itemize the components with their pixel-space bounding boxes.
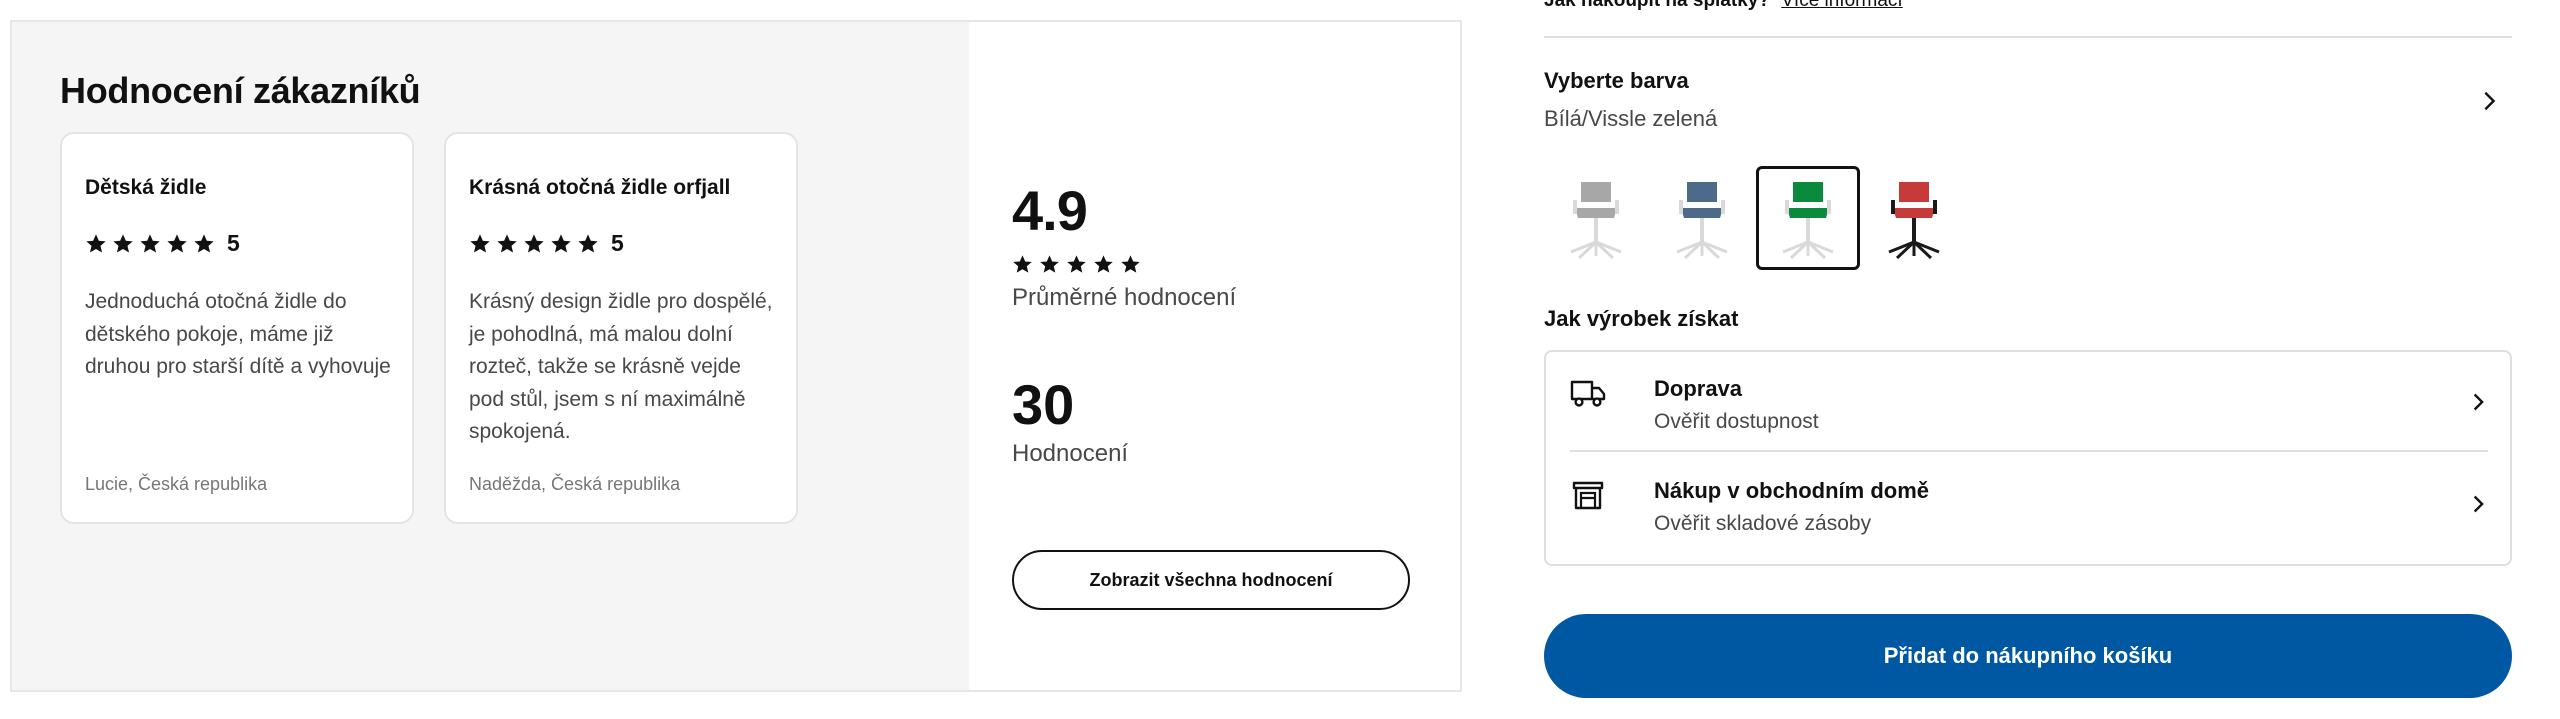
chair-thumbnail-icon	[1676, 182, 1728, 260]
review-score: 5	[227, 230, 240, 256]
chevron-right-icon	[2473, 495, 2484, 513]
star-icon	[86, 233, 106, 253]
review-author: Lucie, Česká republika	[85, 474, 268, 494]
star-icon	[113, 233, 133, 253]
color-swatch-red[interactable]	[1862, 166, 1966, 270]
star-icon	[167, 233, 187, 253]
delivery-subtitle: Ověřit dostupnost	[1654, 410, 1819, 433]
review-card[interactable]: Dětská židle 5 Jednoduchá otočná židle d…	[60, 132, 414, 524]
review-title: Krásná otočná židle orfjall	[469, 176, 731, 199]
store-title: Nákup v obchodním domě	[1654, 478, 1930, 503]
installment-info: Jak nakoupit na splátky? Více informací	[1544, 0, 1903, 12]
star-icon	[578, 233, 598, 253]
star-icon	[1013, 255, 1032, 273]
chair-thumbnail-icon	[1570, 182, 1622, 260]
delivery-option[interactable]: Doprava Ověřit dostupnost	[1570, 352, 2488, 452]
obtain-product-title: Jak výrobek získat	[1544, 306, 1739, 331]
average-rating-value: 4.9	[1012, 179, 1088, 242]
star-icon	[470, 233, 490, 253]
customer-reviews-section: Hodnocení zákazníků Dětská židle 5 Jedno…	[10, 20, 1462, 692]
color-swatch-light-grey[interactable]	[1544, 166, 1648, 270]
chevron-right-icon[interactable]	[2478, 90, 2500, 112]
star-icon	[497, 233, 517, 253]
reviews-cards-area: Hodnocení zákazníků Dětská židle 5 Jedno…	[12, 22, 969, 690]
color-swatch-green[interactable]	[1756, 166, 1860, 270]
star-icon	[1067, 255, 1086, 273]
color-selector-title: Vyberte barva	[1544, 68, 1689, 93]
star-icon	[194, 233, 214, 253]
add-to-cart-button[interactable]: Přidat do nákupního košíku	[1544, 614, 2512, 698]
star-icon	[1094, 255, 1113, 273]
store-icon	[1572, 481, 1604, 510]
review-author: Naděžda, Česká republika	[469, 474, 681, 494]
average-rating-stars	[1012, 254, 1147, 275]
installment-question: Jak nakoupit na splátky?	[1544, 0, 1770, 11]
color-swatch-blue[interactable]	[1650, 166, 1754, 270]
chair-thumbnail-icon	[1888, 182, 1940, 260]
star-icon	[1121, 255, 1140, 273]
review-count-label: Hodnocení	[1012, 440, 1129, 467]
review-text: Jednoduchá otočná židle do dětského poko…	[85, 290, 391, 378]
product-purchase-panel: Jak nakoupit na splátky? Více informací …	[1544, 0, 2512, 719]
divider	[1544, 36, 2512, 38]
truck-icon	[1570, 380, 1606, 407]
star-icon	[1040, 255, 1059, 273]
reviews-heading: Hodnocení zákazníků	[60, 70, 421, 111]
review-count-value: 30	[1012, 373, 1075, 436]
review-title: Dětská židle	[85, 176, 207, 199]
chevron-right-icon	[2473, 393, 2484, 411]
review-score: 5	[611, 230, 624, 256]
store-subtitle: Ověřit skladové zásoby	[1654, 512, 1872, 535]
review-card[interactable]: Krásná otočná židle orfjall 5 Krásný des…	[444, 132, 798, 524]
chair-thumbnail-icon	[1782, 182, 1834, 260]
review-rating: 5	[469, 230, 624, 257]
star-icon	[140, 233, 160, 253]
average-rating-label: Průměrné hodnocení	[1012, 284, 1237, 311]
store-pickup-option[interactable]: Nákup v obchodním domě Ověřit skladové z…	[1570, 454, 2488, 554]
review-rating: 5	[85, 230, 240, 257]
star-icon	[551, 233, 571, 253]
selected-color-value: Bílá/Vissle zelená	[1544, 106, 1718, 131]
installment-more-info-link[interactable]: Více informací	[1781, 0, 1902, 11]
color-swatches	[1544, 166, 1968, 270]
delivery-title: Doprava	[1654, 376, 1743, 401]
obtain-options: Doprava Ověřit dostupnost Nákup v obchod…	[1544, 350, 2512, 566]
show-all-reviews-button[interactable]: Zobrazit všechna hodnocení	[1012, 550, 1410, 610]
review-text: Krásný design židle pro dospělé, je poho…	[469, 290, 773, 443]
star-icon	[524, 233, 544, 253]
